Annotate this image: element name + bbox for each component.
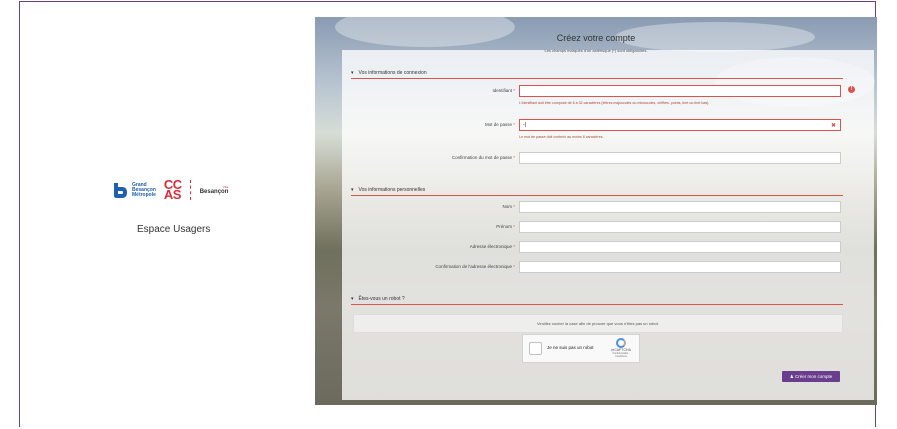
recaptcha-checkbox[interactable] bbox=[529, 342, 542, 355]
clear-error-icon: ✖ bbox=[830, 123, 836, 129]
section-divider bbox=[351, 304, 843, 305]
password-error: Le mot de passe doit contenir au moins 8… bbox=[519, 135, 604, 139]
logos: Grand Besançon Métropole CC AS Ville Bes… bbox=[111, 178, 229, 202]
identifiant-input[interactable] bbox=[519, 85, 841, 97]
besancon-logo: Ville Besançon bbox=[200, 185, 229, 195]
required-mark: * bbox=[513, 244, 515, 249]
gbm-logo: Grand Besançon Métropole bbox=[111, 181, 156, 199]
robot-hint: Veuillez cocher la case afin de prouver … bbox=[353, 314, 843, 333]
logo-divider bbox=[189, 180, 192, 200]
section-divider bbox=[351, 78, 843, 79]
chevron-down-icon: ▾ bbox=[351, 296, 354, 302]
password-value: -| bbox=[523, 122, 526, 128]
left-pane: Grand Besançon Métropole CC AS Ville Bes… bbox=[19, 0, 315, 429]
section-login-label: Vos informations de connexion bbox=[358, 70, 427, 76]
email-label: Adresse électronique bbox=[469, 244, 512, 249]
section-robot[interactable]: ▾ Êtes-vous un robot ? bbox=[351, 294, 405, 304]
prenom-row: Prénom * bbox=[355, 221, 845, 233]
section-robot-label: Êtes-vous un robot ? bbox=[358, 296, 405, 302]
ccas-logo: CC AS bbox=[163, 178, 182, 202]
password-label: Mot de passe bbox=[484, 122, 512, 127]
nom-label: Nom bbox=[502, 204, 512, 209]
section-divider bbox=[351, 195, 843, 196]
gbm-line-3: Métropole bbox=[132, 191, 156, 198]
email-confirm-input[interactable] bbox=[519, 261, 841, 273]
create-account-label: Créer mon compte bbox=[795, 374, 833, 379]
required-mark: * bbox=[513, 224, 515, 229]
error-icon: ! bbox=[848, 86, 855, 93]
required-mark: * bbox=[513, 88, 515, 93]
required-mark: * bbox=[513, 155, 515, 160]
prenom-label: Prénom bbox=[496, 224, 512, 229]
identifiant-label: Identifiant bbox=[492, 88, 512, 93]
gbm-logo-mark-icon bbox=[111, 181, 129, 199]
email-confirm-label: Confirmation de l'adresse électronique bbox=[435, 264, 512, 269]
identifiant-row: Identifiant * ! bbox=[355, 85, 855, 97]
create-account-button[interactable]: ♟ Créer mon compte bbox=[782, 371, 840, 382]
section-personal[interactable]: ▾ Vos informations personnelles bbox=[351, 185, 425, 195]
recaptcha-icon bbox=[616, 338, 626, 348]
recaptcha-label: Je ne suis pas un robot bbox=[547, 345, 594, 350]
form-area: Créez votre compte Les champs marqués d'… bbox=[315, 17, 877, 405]
section-personal-label: Vos informations personnelles bbox=[358, 187, 426, 193]
required-mark: * bbox=[513, 264, 515, 269]
password-input[interactable]: -| ✖ bbox=[519, 119, 841, 131]
prenom-input[interactable] bbox=[519, 221, 841, 233]
nom-input[interactable] bbox=[519, 201, 841, 213]
chevron-down-icon: ▾ bbox=[351, 70, 354, 76]
recaptcha-links[interactable]: Confidentialité - Conditions bbox=[607, 352, 635, 358]
password-confirm-label: Confirmation du mot de passe bbox=[451, 155, 512, 160]
form-title: Créez votre compte bbox=[556, 33, 636, 43]
ccas-bottom: AS bbox=[163, 187, 182, 202]
form-subtitle: Les champs marqués d'un astérisque (*) s… bbox=[544, 48, 648, 53]
password-confirm-input[interactable] bbox=[519, 152, 841, 164]
recaptcha-logo: reCAPTCHA Confidentialité - Conditions bbox=[607, 338, 635, 358]
besancon-text: Besançon bbox=[199, 189, 229, 195]
chevron-down-icon: ▾ bbox=[351, 187, 354, 193]
nom-row: Nom * bbox=[355, 201, 845, 213]
recaptcha-widget: Je ne suis pas un robot reCAPTCHA Confid… bbox=[522, 334, 640, 363]
email-input[interactable] bbox=[519, 241, 841, 253]
email-confirm-row: Confirmation de l'adresse électronique * bbox=[355, 261, 845, 273]
password-confirm-row: Confirmation du mot de passe * bbox=[355, 152, 845, 164]
page-heading: Espace Usagers bbox=[137, 224, 211, 235]
section-login[interactable]: ▾ Vos informations de connexion bbox=[351, 68, 427, 78]
required-mark: * bbox=[513, 122, 515, 127]
password-row: Mot de passe * -| ✖ bbox=[355, 119, 845, 131]
email-row: Adresse électronique * bbox=[355, 241, 845, 253]
identifiant-error: L'identifiant doit être composé de 6 à 3… bbox=[519, 101, 710, 105]
required-mark: * bbox=[513, 204, 515, 209]
user-plus-icon: ♟ bbox=[789, 374, 794, 379]
